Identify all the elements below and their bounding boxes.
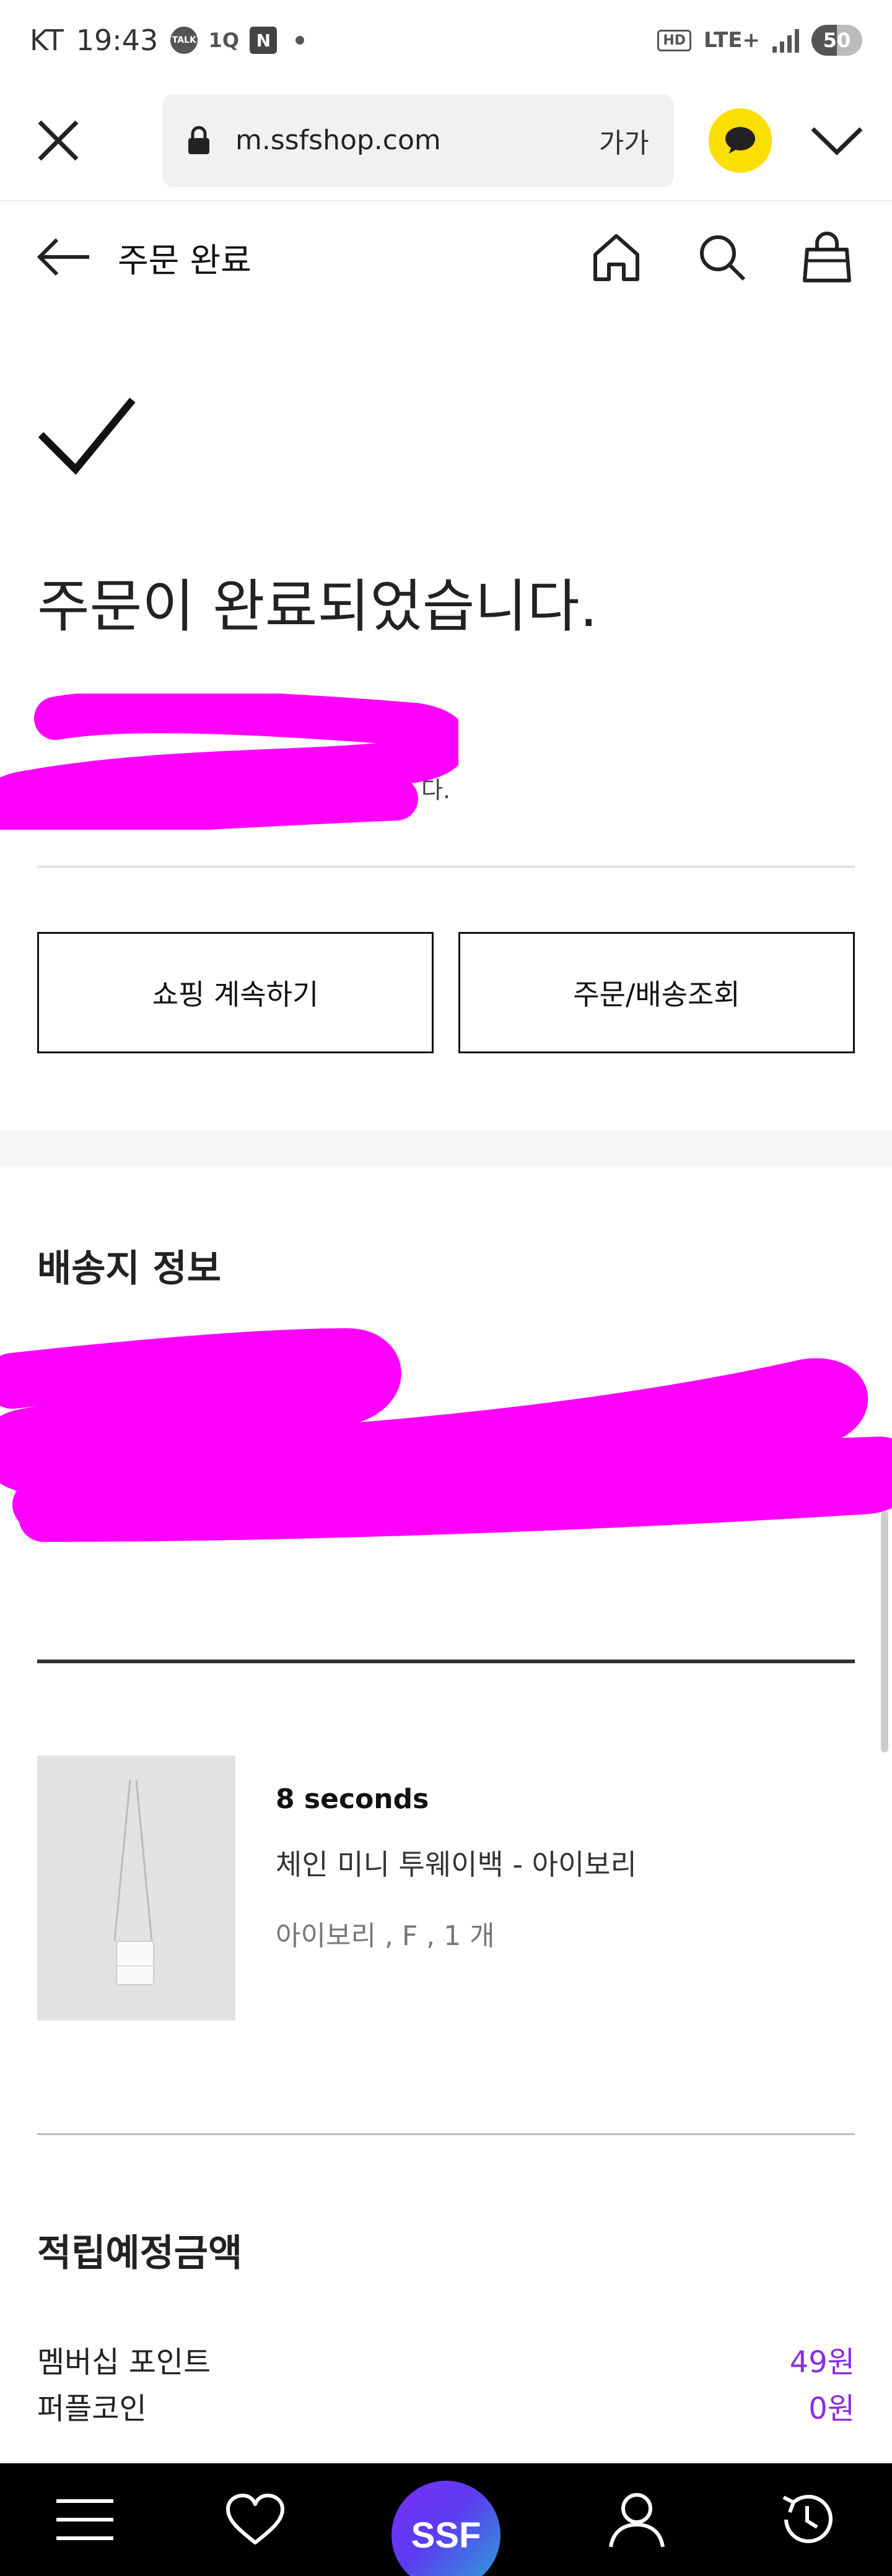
talk-notification-icon: TALK (170, 27, 198, 54)
chain-bag-image (113, 1780, 154, 1985)
section-separator (0, 1130, 892, 1167)
order-tracking-button[interactable]: 주문/배송조회 (458, 932, 855, 1053)
app-notification-icon: 1Q (209, 27, 239, 54)
signal-strength-icon (772, 28, 799, 53)
reward-row-purple-coin: 퍼플코인 0원 (37, 2384, 855, 2427)
check-icon (38, 398, 136, 475)
kakao-talk-button[interactable] (708, 108, 772, 173)
divider-thick (37, 1660, 855, 1663)
browser-toolbar: m.ssfshop.com 가가 (0, 80, 892, 201)
product-options: 아이보리 , F , 1 개 (276, 1920, 495, 1952)
rewards-section-title: 적립예정금액 (37, 2232, 243, 2275)
back-arrow-icon (37, 238, 89, 276)
my-page-button[interactable] (603, 2486, 671, 2554)
reward-value: 0원 (808, 2391, 855, 2426)
product-thumbnail[interactable] (37, 1756, 235, 2021)
continue-shopping-button[interactable]: 쇼핑 계속하기 (37, 932, 434, 1053)
status-time: 19:43 (76, 24, 159, 57)
divider (37, 2133, 855, 2135)
home-icon (593, 234, 639, 281)
product-name[interactable]: 체인 미니 투웨이백 - 아이보리 (276, 1842, 637, 1883)
divider (37, 866, 855, 868)
url-text: m.ssfshop.com (235, 124, 441, 156)
user-icon (608, 2493, 665, 2548)
reward-label: 퍼플코인 (37, 2391, 147, 2426)
shipping-redaction-scribble (0, 1328, 892, 1542)
battery-indicator: 50 (811, 25, 862, 56)
hamburger-menu-icon (56, 2499, 114, 2540)
page-title: 주문 완료 (118, 240, 251, 280)
ssf-home-button[interactable]: SSF (391, 2481, 501, 2576)
shipping-section-title: 배송지 정보 (37, 1247, 221, 1290)
reward-label: 멤버십 포인트 (37, 2345, 211, 2380)
chevron-down-icon (811, 126, 863, 155)
close-icon (38, 120, 79, 160)
bottom-navigation: SSF (0, 2463, 892, 2576)
status-bar: KT 19:43 TALK 1Q N HD LTE+ 50 (0, 0, 892, 80)
page-scrollbar[interactable] (881, 1511, 888, 1752)
heart-icon (226, 2494, 285, 2544)
menu-button[interactable] (51, 2486, 119, 2554)
speech-bubble-icon (725, 126, 755, 154)
hd-voice-icon: HD (657, 29, 692, 51)
home-button[interactable] (588, 229, 644, 285)
carrier-label: KT (30, 24, 64, 57)
more-notifications-dot (295, 36, 305, 45)
product-brand: 8 seconds (276, 1783, 429, 1815)
search-icon (700, 235, 746, 281)
cart-button[interactable] (799, 229, 855, 285)
close-browser-button[interactable] (25, 107, 92, 175)
page-header: 주문 완료 (0, 201, 892, 313)
wishlist-button[interactable] (221, 2486, 289, 2554)
shopping-bag-icon (803, 232, 851, 282)
recent-history-button[interactable] (773, 2486, 841, 2554)
browser-menu-button[interactable] (807, 110, 867, 172)
reward-value: 49원 (789, 2345, 855, 2380)
font-size-button[interactable]: 가가 (599, 121, 649, 160)
address-bar[interactable]: m.ssfshop.com 가가 (162, 94, 674, 187)
naver-notification-icon: N (250, 27, 278, 54)
reward-row-membership: 멤버십 포인트 49원 (37, 2338, 855, 2381)
back-button[interactable] (37, 229, 93, 285)
order-complete-message: 주문이 완료되었습니다. (37, 573, 598, 640)
lock-icon (188, 126, 209, 154)
redaction-scribble (0, 694, 458, 830)
search-button[interactable] (694, 229, 750, 285)
history-clock-icon (782, 2494, 833, 2543)
network-type-label: LTE+ (704, 28, 760, 53)
